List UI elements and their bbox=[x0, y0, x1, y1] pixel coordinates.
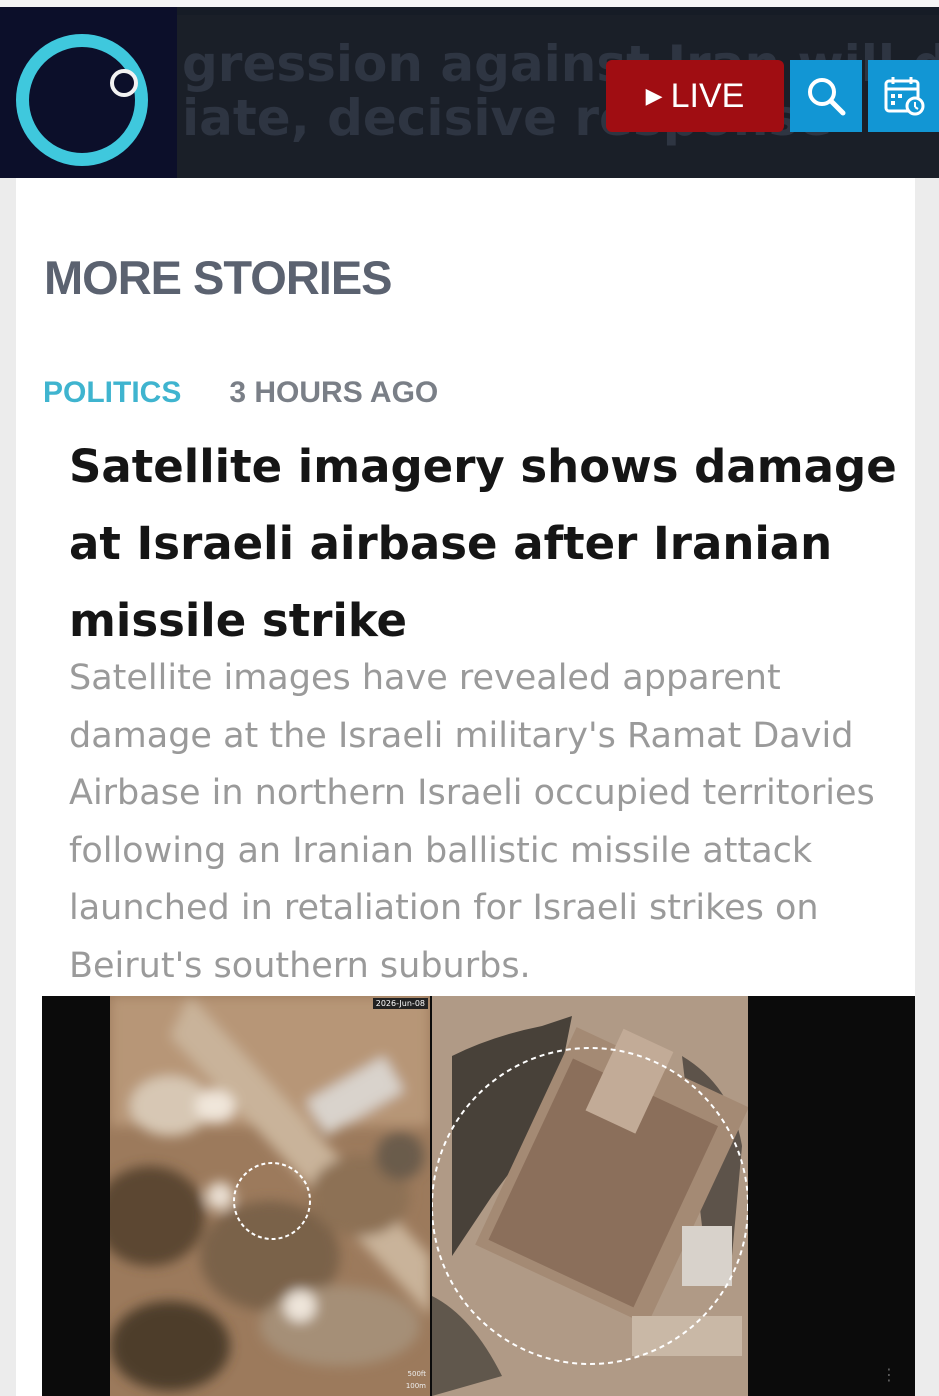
image-date-label: 2026-Jun-08 bbox=[372, 998, 428, 1009]
status-strip bbox=[0, 0, 939, 7]
play-triangle-icon: ▶ bbox=[645, 83, 663, 108]
schedule-button[interactable] bbox=[868, 60, 939, 132]
satellite-image-after bbox=[432, 996, 748, 1396]
story-headline-link[interactable]: Satellite imagery shows damage at Israel… bbox=[69, 428, 909, 659]
satellite-image-before: 2026-Jun-08 500ft 100m bbox=[110, 996, 430, 1396]
scale-label-feet: 500ft bbox=[407, 1370, 426, 1378]
site-logo[interactable] bbox=[0, 7, 177, 178]
logo-dot-icon bbox=[110, 69, 138, 97]
live-button[interactable]: ▶ LIVE bbox=[606, 60, 784, 132]
logo-ring-icon bbox=[16, 34, 148, 166]
search-icon bbox=[808, 78, 846, 116]
story-thumbnail-image[interactable]: 2026-Jun-08 500ft 100m ⋮ bbox=[42, 996, 915, 1396]
story-timestamp: 3 HOURS AGO bbox=[229, 376, 439, 409]
section-title: MORE STORIES bbox=[44, 251, 393, 304]
more-stories-card: MORE STORIES POLITICS 3 HOURS AGO Satelli… bbox=[16, 178, 915, 1396]
story-summary: Satellite images have revealed apparent … bbox=[69, 658, 875, 986]
image-watermark: ⋮ bbox=[881, 1365, 897, 1384]
search-button[interactable] bbox=[790, 60, 862, 132]
calendar-clock-icon bbox=[884, 77, 924, 116]
satellite-terrain-right bbox=[432, 996, 748, 1396]
satellite-terrain-left bbox=[110, 996, 430, 1396]
live-label: LIVE bbox=[670, 76, 745, 115]
story-category-link[interactable]: POLITICS bbox=[43, 376, 181, 409]
scale-label-meters: 100m bbox=[405, 1382, 426, 1390]
story-meta: POLITICS 3 HOURS AGO bbox=[43, 376, 438, 410]
top-navigation-bar: gression against Iran will draw iate, de… bbox=[0, 0, 939, 178]
